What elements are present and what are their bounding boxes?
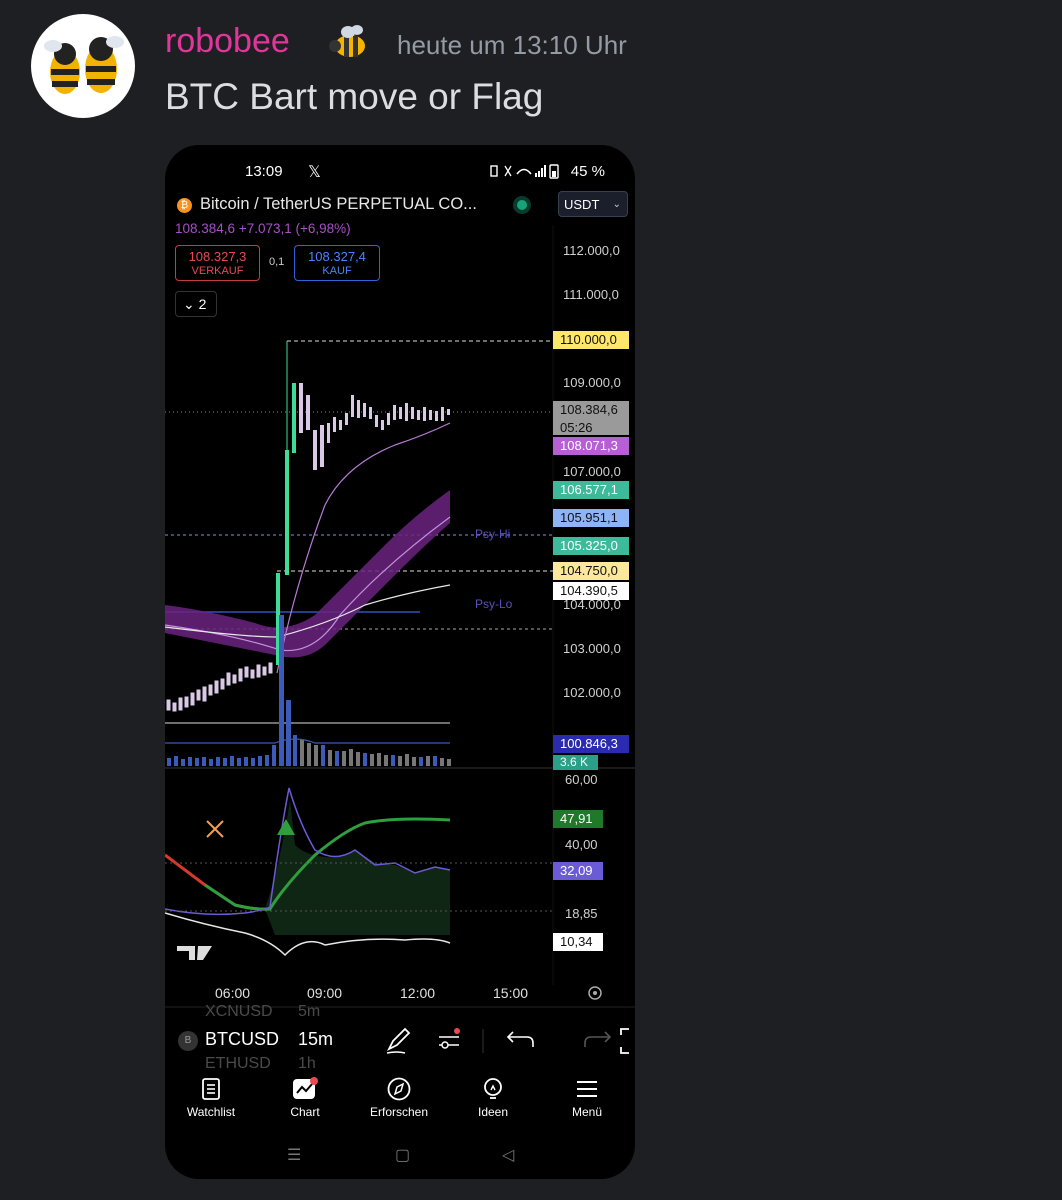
osc-tag-purple: 32,09: [553, 862, 603, 880]
bee-emoji-icon: [326, 22, 370, 66]
redo-icon[interactable]: [584, 1031, 612, 1047]
time-tick-0900: 09:00: [307, 985, 343, 1001]
message-timestamp: heute um 13:10 Uhr: [397, 30, 627, 60]
nav-menu-label: Menü: [571, 1105, 603, 1119]
last-price: 108.384,6: [560, 402, 618, 417]
price-chart[interactable]: [165, 145, 635, 1015]
osc-tick-40: 40,00: [565, 837, 598, 852]
osc-tag-white: 10,34: [553, 933, 603, 951]
drawing-pen-icon[interactable]: [386, 1027, 411, 1054]
time-tick-1500: 15:00: [493, 985, 529, 1001]
osc-tag-green: 47,91: [553, 810, 603, 828]
author-name[interactable]: robobee: [165, 22, 290, 61]
osc-tick-60: 60,00: [565, 772, 598, 787]
nav-chart[interactable]: Chart: [265, 1077, 345, 1119]
nav-watchlist[interactable]: Watchlist: [171, 1077, 251, 1119]
last-price-tag: 108.384,6 05:26: [553, 401, 629, 435]
watchlist-icon: [202, 1078, 220, 1100]
price-tag-105325: 105.325,0: [553, 537, 629, 555]
volume-tag: 3.6 K: [553, 755, 598, 770]
menu-icon: [577, 1081, 597, 1097]
ghost-interval-above: 5m: [298, 1003, 321, 1020]
price-tick-102000: 102.000,0: [563, 685, 621, 700]
nav-erforschen-label: Erforschen: [369, 1105, 429, 1119]
psy-hi-label: Psy-Hi: [475, 527, 511, 541]
price-tick-107000: 107.000,0: [563, 464, 621, 479]
chart-toolbar: [386, 1027, 629, 1054]
attached-phone-screenshot[interactable]: 13:09 𝕏 45 % ₿ Bitcoin / TetherUS PERPET…: [165, 145, 635, 1179]
time-tick-1200: 12:00: [400, 985, 436, 1001]
nav-menu[interactable]: Menü: [547, 1077, 627, 1119]
price-tag-104390: 104.390,5: [553, 582, 629, 600]
price-tag-100846: 100.846,3: [553, 735, 629, 753]
recent-apps-icon[interactable]: ☰: [287, 1145, 301, 1165]
ghost-symbol-above: XCNUSD: [205, 1003, 273, 1020]
ghost-symbol-below: ETHUSD: [205, 1055, 271, 1072]
price-tag-110000: 110.000,0: [553, 331, 629, 349]
bar-countdown: 05:26: [560, 420, 593, 435]
undo-icon[interactable]: [506, 1031, 534, 1047]
nav-chart-label: Chart: [290, 1105, 320, 1119]
interval-selector[interactable]: 15m: [298, 1029, 333, 1050]
price-tick-103000: 103.000,0: [563, 641, 621, 656]
price-tag-106577: 106.577,1: [553, 481, 629, 499]
chart-settings-icon[interactable]: [585, 983, 605, 1003]
nav-erforschen[interactable]: Erforschen: [359, 1077, 439, 1119]
chart-icon: [293, 1077, 318, 1099]
price-tick-109000: 109.000,0: [563, 375, 621, 390]
compass-icon: [387, 1077, 411, 1101]
price-tag-105951: 105.951,1: [553, 509, 629, 527]
time-tick-0600: 06:00: [215, 985, 251, 1001]
symbol-selector[interactable]: BTCUSD: [205, 1029, 279, 1050]
home-icon[interactable]: ▢: [395, 1145, 410, 1165]
price-tick-111000: 111.000,0: [563, 287, 619, 302]
fullscreen-icon[interactable]: [620, 1028, 629, 1054]
price-tag-108071: 108.071,3: [553, 437, 629, 455]
ghost-interval-below: 1h: [298, 1055, 316, 1072]
nav-ideen[interactable]: Ideen: [453, 1077, 533, 1119]
osc-tick-1885: 18,85: [565, 906, 598, 921]
lightbulb-icon: [484, 1078, 502, 1099]
message-text: BTC Bart move or Flag: [165, 76, 544, 117]
indicators-icon[interactable]: [439, 1028, 460, 1049]
psy-lo-label: Psy-Lo: [475, 597, 513, 611]
user-avatar[interactable]: [31, 14, 135, 118]
nav-watchlist-label: Watchlist: [186, 1105, 236, 1119]
symbol-badge: B: [178, 1031, 198, 1051]
price-tag-104750: 104.750,0: [553, 562, 629, 580]
price-tick-112000: 112.000,0: [563, 243, 620, 258]
back-icon[interactable]: ◁: [502, 1145, 514, 1165]
nav-ideen-label: Ideen: [477, 1105, 509, 1119]
